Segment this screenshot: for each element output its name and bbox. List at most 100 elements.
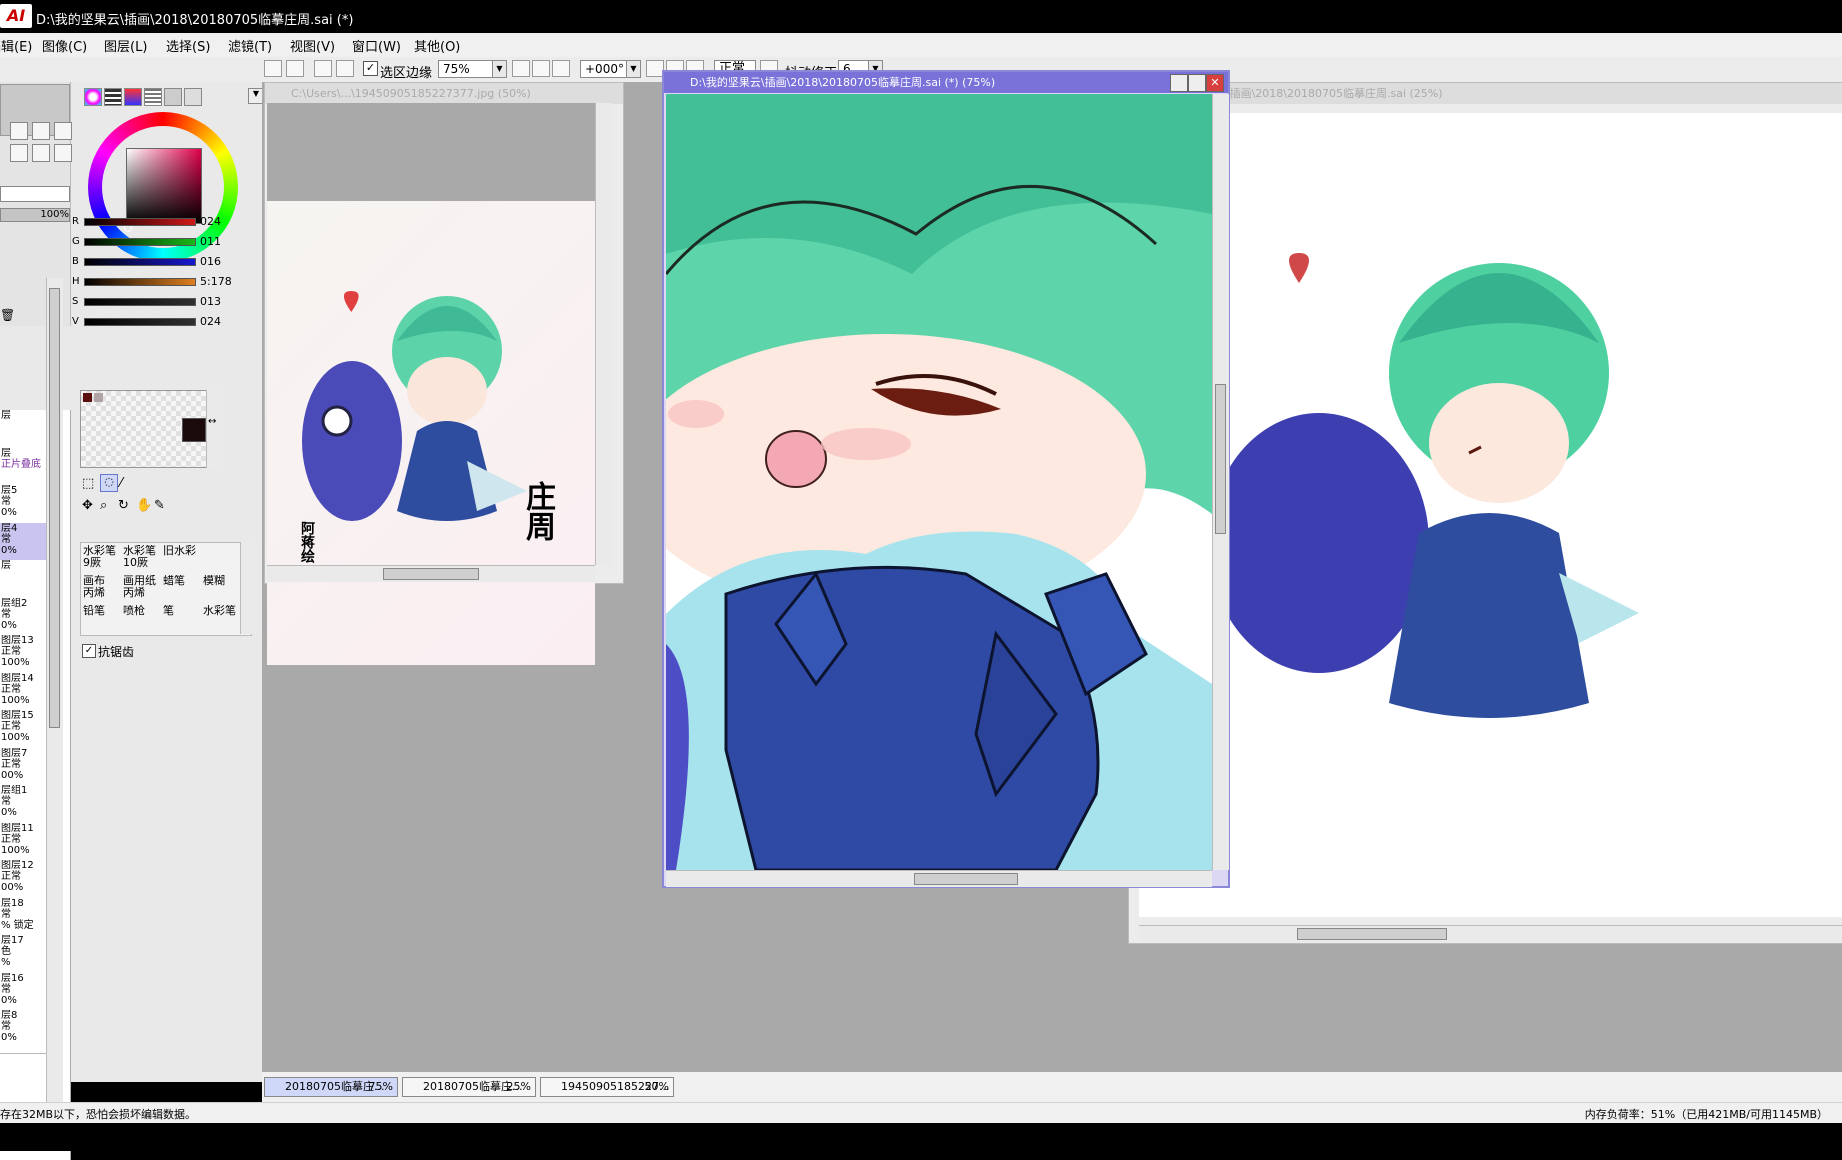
swap-colors-icon[interactable]: ↔: [208, 416, 216, 427]
brush-preset[interactable]: 画用纸 丙烯: [123, 575, 165, 605]
hand-icon[interactable]: ✋: [136, 498, 152, 513]
menu-other[interactable]: 其他(O): [414, 36, 460, 55]
color-slider-r[interactable]: [84, 218, 196, 226]
menu-image[interactable]: 图像(C): [42, 36, 87, 55]
tab-main-doc[interactable]: 20180705临摹庄... 75%: [264, 1077, 398, 1097]
overview-hscroll[interactable]: [1139, 925, 1842, 942]
zoom-field[interactable]: 75%: [438, 60, 494, 78]
main-hscroll[interactable]: [666, 870, 1212, 887]
tab-zoom: 50%: [644, 1080, 669, 1093]
menu-view[interactable]: 视图(V): [290, 36, 335, 55]
brush-preset-name: 丙烯: [123, 586, 145, 599]
menu-select[interactable]: 选择(S): [166, 36, 210, 55]
brush-preset[interactable]: 旧水彩: [163, 545, 205, 575]
brush-preset[interactable]: 水彩笔 10厥: [123, 545, 165, 575]
color-panel: ▼ R 024 G 011 B 016 H 5:178 S 013 V 024 ⬚ ◌ ⁄ ✥ ⌕ ↻…: [72, 82, 264, 672]
reference-hscroll-thumb[interactable]: [383, 568, 479, 580]
name-calligraphy: 庄周: [520, 481, 555, 541]
redo-button[interactable]: [286, 60, 304, 77]
eyedropper-icon[interactable]: ✎: [154, 498, 165, 513]
main-hscroll-thumb[interactable]: [914, 873, 1018, 885]
nav-zoom-in-button[interactable]: [32, 122, 50, 140]
swatch-grey[interactable]: [94, 393, 103, 402]
zoom-in-button[interactable]: [532, 60, 550, 77]
main-doc-title[interactable]: D:\我的坚果云\插画\2018\20180705临摹庄周.sai (*) (7…: [664, 72, 1228, 93]
lasso-icon[interactable]: ◌: [100, 474, 118, 492]
undo-button[interactable]: [264, 60, 282, 77]
scratchpad-mode-icon[interactable]: [164, 88, 182, 106]
brush-preset[interactable]: 水彩笔: [203, 605, 245, 635]
swatch-mode-icon[interactable]: [144, 88, 162, 106]
menu-layer[interactable]: 图层(L): [104, 36, 147, 55]
brush-preset-name: 模糊: [203, 575, 225, 587]
zoom-dropdown[interactable]: ▼: [492, 60, 507, 78]
mixer-mode-icon[interactable]: [184, 88, 202, 106]
brush-preset[interactable]: 笔: [163, 605, 205, 635]
trash-icon[interactable]: 🗑: [0, 308, 15, 322]
rgb-slider-mode-icon[interactable]: [104, 88, 122, 106]
brush-preset[interactable]: 模糊: [203, 575, 245, 605]
hsv-slider-mode-icon[interactable]: [124, 88, 142, 106]
nav-rotate-left-button[interactable]: [10, 144, 28, 162]
nav-zoom-out-button[interactable]: [10, 122, 28, 140]
rotate-tool-icon[interactable]: ↻: [118, 498, 129, 513]
maximize-button[interactable]: [1188, 74, 1206, 92]
color-slider-g[interactable]: [84, 238, 196, 246]
main-vscroll[interactable]: [1212, 94, 1229, 870]
swatch-dark-red[interactable]: [83, 393, 92, 402]
overview-hscroll-thumb[interactable]: [1297, 928, 1447, 940]
color-wheel-mode-icon[interactable]: [84, 88, 102, 106]
reference-vscroll[interactable]: [595, 103, 612, 565]
tab-reference-doc[interactable]: 19450905185227... 50%: [540, 1077, 674, 1097]
selection-edge-checkbox[interactable]: ✓: [363, 61, 378, 76]
magic-wand-icon[interactable]: ⁄: [120, 476, 122, 491]
brush-preset[interactable]: 铅笔: [83, 605, 125, 635]
deselect-button[interactable]: [314, 60, 332, 77]
main-vscroll-thumb[interactable]: [1215, 384, 1226, 534]
rotation-dropdown[interactable]: ▼: [626, 60, 641, 78]
brush-preset[interactable]: 水彩笔 9厥: [83, 545, 125, 575]
menu-edit[interactable]: 编辑(E): [0, 36, 32, 55]
nav-rotate-right-button[interactable]: [32, 144, 50, 162]
brush-scrollbar[interactable]: [240, 542, 257, 634]
antialias-checkbox[interactable]: ✓: [82, 644, 96, 658]
layer-scroll-thumb[interactable]: [49, 288, 60, 728]
slider-label-r: R: [72, 216, 79, 227]
zoom-out-button[interactable]: [512, 60, 530, 77]
menu-window[interactable]: 窗口(W): [352, 36, 401, 55]
rect-select-icon[interactable]: ⬚: [82, 476, 94, 491]
layer-scrollbar[interactable]: [46, 278, 63, 1114]
brush-preset[interactable]: 蜡笔: [163, 575, 205, 605]
artist-signature: 阿蒋绘: [299, 521, 315, 563]
zoom-reset-button[interactable]: [552, 60, 570, 77]
swatch-scrollbar[interactable]: [206, 390, 223, 468]
main-document-window: D:\我的坚果云\插画\2018\20180705临摹庄周.sai (*) (7…: [662, 70, 1230, 888]
menu-filter[interactable]: 滤镜(T): [228, 36, 272, 55]
color-slider-h[interactable]: [84, 278, 196, 286]
reference-doc-title[interactable]: C:\Users\...\19450905185227377.jpg (50%): [265, 83, 623, 104]
reference-image: 庄周 阿蒋绘: [267, 201, 595, 665]
nav-fit-button[interactable]: [54, 122, 72, 140]
brush-preset[interactable]: 画布 丙烯: [83, 575, 125, 605]
layer-opacity-bar[interactable]: 100%: [0, 208, 70, 222]
slider-label-h: H: [72, 276, 80, 287]
slider-value-b: 016: [200, 255, 221, 268]
main-canvas[interactable]: [666, 94, 1212, 870]
blend-dropdown[interactable]: [0, 186, 70, 202]
reference-hscroll[interactable]: [267, 565, 595, 582]
color-slider-v[interactable]: [84, 318, 196, 326]
invert-selection-button[interactable]: [336, 60, 354, 77]
tab-overview-doc[interactable]: 20180705临摹庄... 25%: [402, 1077, 536, 1097]
saturation-value-square[interactable]: [126, 148, 202, 224]
brush-preset-name: 9厥: [83, 556, 101, 569]
foreground-color-swatch[interactable]: [182, 418, 206, 442]
minimize-button[interactable]: [1170, 74, 1188, 92]
move-icon[interactable]: ✥: [82, 498, 93, 513]
nav-rotate-reset-button[interactable]: [54, 144, 72, 162]
color-slider-b[interactable]: [84, 258, 196, 266]
brush-preset[interactable]: 喷枪: [123, 605, 165, 635]
zoom-tool-icon[interactable]: ⌕: [100, 498, 107, 513]
color-slider-s[interactable]: [84, 298, 196, 306]
close-icon[interactable]: ✕: [1206, 74, 1224, 92]
overview-doc-title[interactable]: D:\我的坚果云\插画\2018\20180705临摹庄周.sai (25%): [1129, 83, 1842, 104]
